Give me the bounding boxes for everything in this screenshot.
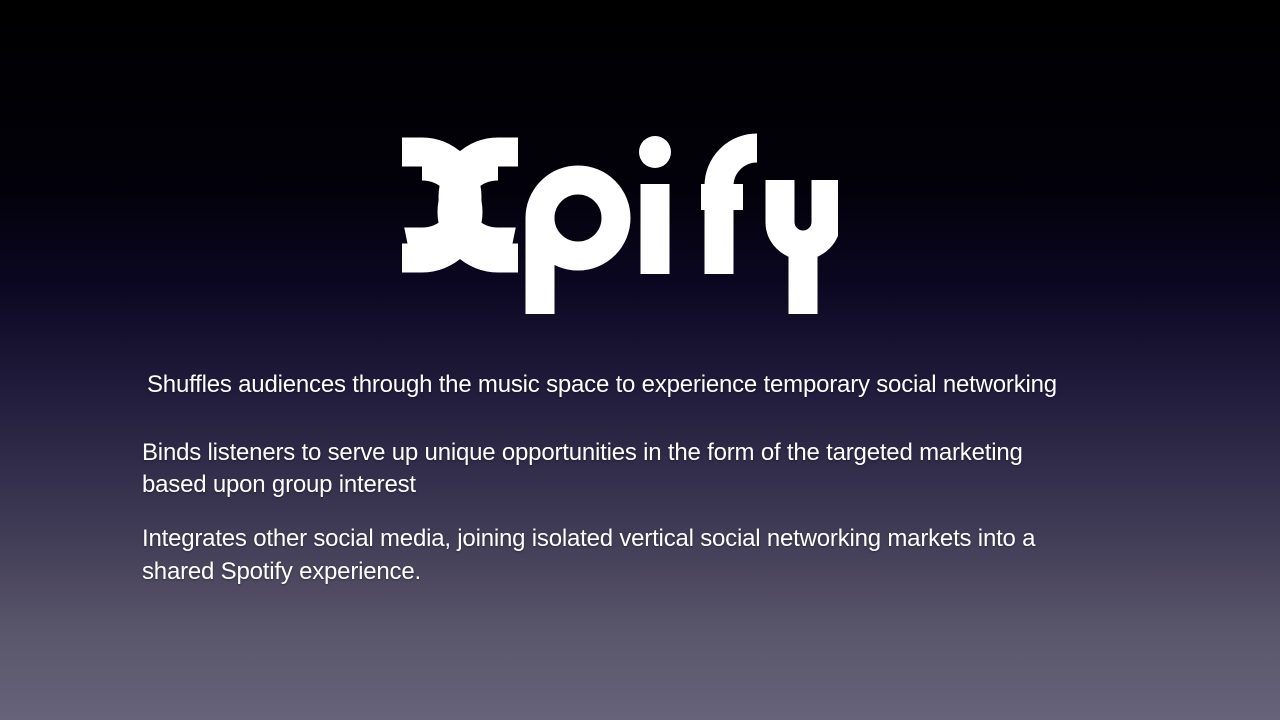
bullet-binds-listeners: Binds listeners to serve up unique oppor…	[142, 439, 1023, 466]
presentation-slide: Shuffles audiences through the music spa…	[0, 0, 1280, 720]
xpify-wordmark-graphic	[402, 133, 838, 314]
xpify-logo	[398, 128, 838, 320]
bullet-shuffles-audiences: Shuffles audiences through the music spa…	[147, 371, 1057, 398]
bullet-integrates-social-media-continued: shared Spotify experience.	[142, 558, 421, 585]
bullet-binds-listeners-continued: based upon group interest	[142, 471, 416, 498]
bullet-integrates-social-media: Integrates other social media, joining i…	[142, 525, 1036, 552]
